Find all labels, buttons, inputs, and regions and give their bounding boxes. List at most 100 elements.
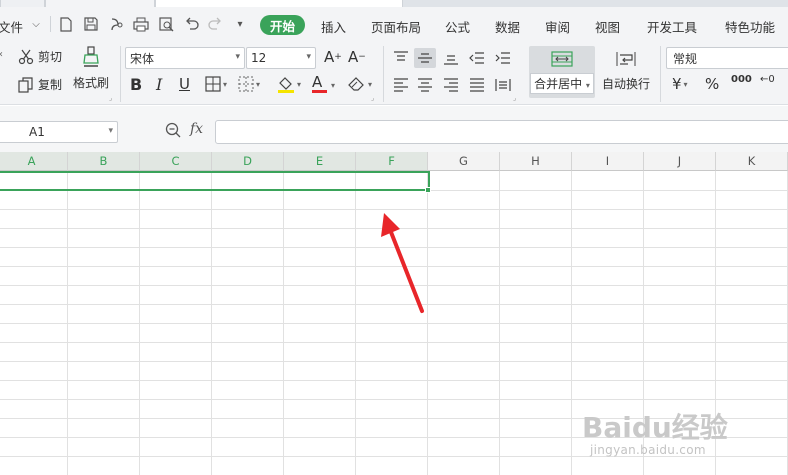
bold-button[interactable]: B bbox=[130, 75, 142, 94]
align-middle-button[interactable] bbox=[414, 48, 436, 68]
font-name-select[interactable]: 宋体 ▾ bbox=[125, 47, 245, 69]
decrease-font-button[interactable]: A − bbox=[348, 48, 366, 66]
column-header-G[interactable]: G bbox=[428, 152, 500, 171]
percent-button[interactable]: % bbox=[705, 75, 719, 93]
group-expander-icon[interactable]: ⌟ bbox=[513, 94, 516, 102]
column-header-K[interactable]: K bbox=[716, 152, 788, 171]
column-header-E[interactable]: E bbox=[284, 152, 356, 171]
column-gridline bbox=[67, 171, 68, 475]
chevron-down-icon: ▾ bbox=[223, 79, 228, 89]
tab-insert[interactable]: 插入 bbox=[321, 17, 346, 36]
increase-indent-button[interactable] bbox=[492, 48, 514, 68]
doc-tab[interactable] bbox=[0, 0, 45, 7]
chevron-down-icon[interactable]: ⌵ bbox=[27, 15, 45, 33]
tab-view[interactable]: 视图 bbox=[595, 17, 620, 36]
increase-font-button[interactable]: A + bbox=[324, 48, 342, 66]
print-preview-icon[interactable] bbox=[157, 15, 175, 33]
save-icon[interactable] bbox=[82, 15, 100, 33]
format-painter-button[interactable]: 格式刷 bbox=[73, 46, 109, 91]
chevron-down-icon[interactable]: ▾ bbox=[331, 81, 335, 90]
column-header-B[interactable]: B bbox=[68, 152, 140, 171]
new-file-icon[interactable] bbox=[57, 15, 75, 33]
number-format-select[interactable]: 常规 bbox=[666, 47, 788, 69]
row-gridline bbox=[0, 342, 788, 343]
export-pdf-icon[interactable] bbox=[107, 15, 125, 33]
align-center-icon bbox=[418, 78, 432, 92]
chevron-down-icon: ▾ bbox=[368, 79, 373, 89]
row-gridline bbox=[0, 323, 788, 324]
currency-button[interactable]: ¥ ▾ bbox=[672, 75, 688, 93]
cut-button[interactable]: 剪切 bbox=[18, 48, 62, 65]
italic-button[interactable]: I bbox=[156, 75, 162, 94]
align-bottom-button[interactable] bbox=[440, 48, 462, 68]
undo-icon[interactable] bbox=[182, 15, 200, 33]
tab-data[interactable]: 数据 bbox=[495, 17, 520, 36]
plus-icon: + bbox=[334, 52, 342, 62]
tab-formulas[interactable]: 公式 bbox=[445, 17, 470, 36]
cell-style-button[interactable]: ▾ bbox=[238, 76, 260, 92]
align-left-button[interactable] bbox=[390, 75, 412, 95]
clear-button[interactable]: ▾ bbox=[348, 76, 372, 92]
font-size-select[interactable]: 12 ▾ bbox=[246, 47, 316, 69]
column-header-J[interactable]: J bbox=[644, 152, 716, 171]
column-header-I[interactable]: I bbox=[572, 152, 644, 171]
tab-developer[interactable]: 开发工具 bbox=[647, 17, 697, 36]
chevron-down-icon: ▾ bbox=[235, 52, 240, 62]
justify-button[interactable] bbox=[466, 75, 488, 95]
align-top-button[interactable] bbox=[390, 48, 412, 68]
customize-toolbar-icon[interactable]: ▾ bbox=[231, 15, 249, 33]
decrease-indent-button[interactable] bbox=[466, 48, 488, 68]
cut-label: 剪切 bbox=[38, 50, 63, 64]
column-header-D[interactable]: D bbox=[212, 152, 284, 171]
formula-input[interactable] bbox=[215, 120, 788, 144]
row-gridline bbox=[0, 361, 788, 362]
wrap-text-button[interactable]: 自动换行 bbox=[602, 50, 650, 92]
number-format-value: 常规 bbox=[673, 51, 698, 66]
cell-style-icon bbox=[238, 76, 254, 92]
font-color-button[interactable]: A bbox=[312, 73, 327, 93]
chevron-icon: ‹ bbox=[0, 49, 3, 60]
tab-home[interactable]: 开始 bbox=[260, 15, 305, 35]
group-expander-icon[interactable]: ⌟ bbox=[371, 94, 374, 102]
chevron-down-icon: ▾ bbox=[256, 79, 261, 89]
name-box[interactable]: A1 ▾ bbox=[0, 121, 118, 143]
increase-decimal-button[interactable]: ←0 bbox=[760, 74, 775, 85]
tab-page-layout[interactable]: 页面布局 bbox=[371, 17, 421, 36]
fill-color-button[interactable]: ▾ bbox=[277, 75, 301, 93]
borders-button[interactable]: ▾ bbox=[205, 76, 227, 92]
paint-bucket-icon bbox=[277, 75, 295, 93]
file-menu[interactable]: 文件 bbox=[0, 17, 23, 36]
column-header-A[interactable]: A bbox=[0, 152, 68, 171]
column-header-F[interactable]: F bbox=[356, 152, 428, 171]
thousands-icon: 000 bbox=[731, 74, 752, 85]
formula-bar: A1 ▾ fx bbox=[0, 106, 788, 152]
align-right-button[interactable] bbox=[440, 75, 462, 95]
increase-decimal-icon: ←0 bbox=[760, 74, 775, 85]
doc-tab[interactable] bbox=[45, 0, 155, 7]
align-middle-icon bbox=[418, 53, 432, 63]
underline-button[interactable]: U bbox=[179, 75, 190, 93]
group-expander-icon[interactable]: ⌟ bbox=[109, 94, 112, 102]
copy-button[interactable]: 复制 bbox=[18, 76, 62, 93]
italic-icon: I bbox=[156, 75, 163, 94]
tab-special-features[interactable]: 特色功能 bbox=[725, 17, 775, 36]
chevron-down-icon: ▾ bbox=[108, 126, 113, 136]
merge-center-button[interactable]: 合并居中 ▾ bbox=[529, 46, 595, 98]
divider bbox=[383, 46, 384, 102]
redo-icon[interactable] bbox=[206, 15, 224, 33]
active-doc-tab[interactable] bbox=[155, 0, 403, 7]
fx-icon[interactable]: fx bbox=[190, 121, 203, 137]
zoom-icon[interactable] bbox=[165, 122, 181, 138]
distributed-align-button[interactable] bbox=[492, 75, 514, 95]
column-gridline bbox=[571, 171, 572, 475]
column-header-H[interactable]: H bbox=[500, 152, 572, 171]
chevron-down-icon: ▾ bbox=[306, 52, 311, 62]
thousands-separator-button[interactable]: 000 bbox=[731, 74, 752, 85]
tab-review[interactable]: 审阅 bbox=[545, 17, 570, 36]
align-center-button[interactable] bbox=[414, 75, 436, 95]
align-bottom-icon bbox=[444, 55, 458, 65]
column-header-C[interactable]: C bbox=[140, 152, 212, 171]
print-icon[interactable] bbox=[132, 15, 150, 33]
fill-handle[interactable] bbox=[425, 187, 431, 193]
watermark-title: Baidu经验 bbox=[582, 411, 728, 444]
